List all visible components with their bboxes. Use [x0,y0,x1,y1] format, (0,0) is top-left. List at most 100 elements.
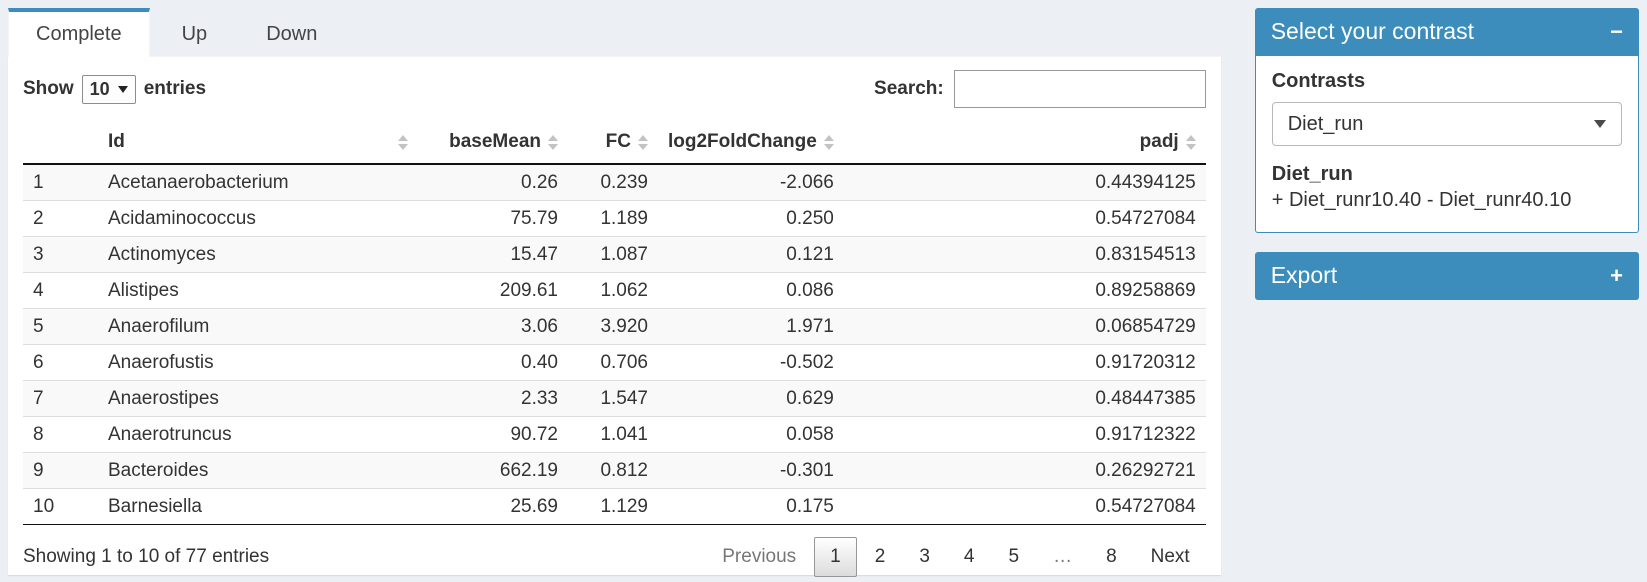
collapse-plus-icon[interactable]: + [1610,266,1623,286]
table-row: 4Alistipes209.611.0620.0860.89258869 [23,273,1206,309]
log2fc-cell: 0.250 [658,201,844,237]
export-box: Export + [1255,252,1639,300]
pagination-page-8[interactable]: 8 [1090,537,1133,577]
page-length-select[interactable]: 10 [82,75,136,104]
log2fc-cell: 0.175 [658,489,844,525]
contrast-box-title: Select your contrast [1271,18,1474,45]
padj-cell: 0.06854729 [844,309,1206,345]
fc-cell: 1.547 [568,381,658,417]
id-cell: Alistipes [98,273,418,309]
row-index-cell: 2 [23,201,98,237]
table-header-row: Id baseMean FC log2FoldChange padj [23,121,1206,164]
contrast-select-value: Diet_run [1288,113,1364,136]
table-info: Showing 1 to 10 of 77 entries [23,546,269,568]
basemean-cell: 3.06 [418,309,568,345]
pagination-page-3[interactable]: 3 [903,537,946,577]
contrast-box-body: Contrasts Diet_run Diet_run + Diet_runr1… [1255,56,1639,233]
basemean-cell: 0.26 [418,164,568,201]
pagination-page-1[interactable]: 1 [814,537,857,577]
sort-both-icon [824,135,834,150]
table-row: 2Acidaminococcus75.791.1890.2500.5472708… [23,201,1206,237]
pagination-page-5[interactable]: 5 [992,537,1035,577]
column-header-basemean[interactable]: baseMean [418,121,568,164]
id-cell: Actinomyces [98,237,418,273]
row-index-cell: 8 [23,417,98,453]
contrast-name: Diet_run [1272,163,1622,186]
basemean-cell: 662.19 [418,453,568,489]
padj-cell: 0.83154513 [844,237,1206,273]
id-cell: Anaerofustis [98,345,418,381]
column-header-log2foldchange[interactable]: log2FoldChange [658,121,844,164]
page-length-value: 10 [90,79,110,100]
fc-cell: 0.812 [568,453,658,489]
contrast-formula: + Diet_runr10.40 - Diet_runr40.10 [1272,189,1622,212]
tab-panel-complete: Show 10 entries Search: [8,57,1221,575]
tab-complete[interactable]: Complete [8,8,150,57]
row-index-cell: 3 [23,237,98,273]
table-row: 3Actinomyces15.471.0870.1210.83154513 [23,237,1206,273]
padj-cell: 0.48447385 [844,381,1206,417]
fc-cell: 1.041 [568,417,658,453]
id-cell: Anaerofilum [98,309,418,345]
basemean-cell: 75.79 [418,201,568,237]
pagination-previous[interactable]: Previous [706,537,812,577]
log2fc-cell: 0.058 [658,417,844,453]
column-header-id[interactable]: Id [98,121,418,164]
search-input[interactable] [954,70,1206,108]
basemean-cell: 0.40 [418,345,568,381]
column-header-padj[interactable]: padj [844,121,1206,164]
log2fc-cell: -2.066 [658,164,844,201]
fc-cell: 1.087 [568,237,658,273]
row-index-cell: 9 [23,453,98,489]
results-table: Id baseMean FC log2FoldChange padj [23,121,1206,525]
pagination-page-2[interactable]: 2 [859,537,902,577]
row-index-cell: 1 [23,164,98,201]
padj-cell: 0.54727084 [844,201,1206,237]
fc-cell: 0.706 [568,345,658,381]
export-box-header: Export + [1255,252,1639,300]
table-row: 10Barnesiella25.691.1290.1750.54727084 [23,489,1206,525]
row-index-cell: 7 [23,381,98,417]
sort-both-icon [548,135,558,150]
log2fc-cell: 0.629 [658,381,844,417]
id-cell: Acetanaerobacterium [98,164,418,201]
table-footer: Showing 1 to 10 of 77 entries Previous 1… [23,537,1206,577]
padj-cell: 0.91720312 [844,345,1206,381]
sort-both-icon [1186,135,1196,150]
id-cell: Anaerostipes [98,381,418,417]
padj-cell: 0.91712322 [844,417,1206,453]
table-row: 9Bacteroides662.190.812-0.3010.26292721 [23,453,1206,489]
row-index-cell: 6 [23,345,98,381]
log2fc-cell: 0.086 [658,273,844,309]
column-header-fc[interactable]: FC [568,121,658,164]
results-tabbox: Complete Up Down Show 10 entries Search: [8,8,1221,572]
fc-cell: 1.189 [568,201,658,237]
tab-up[interactable]: Up [155,8,235,56]
page-length-control: Show 10 entries [23,75,206,104]
log2fc-cell: -0.301 [658,453,844,489]
column-header-label: log2FoldChange [668,131,817,153]
basemean-cell: 2.33 [418,381,568,417]
search-control: Search: [874,70,1206,108]
collapse-minus-icon[interactable]: − [1610,22,1623,42]
pagination: Previous 12345…8Next [706,537,1205,577]
table-row: 7Anaerostipes2.331.5470.6290.48447385 [23,381,1206,417]
search-label: Search: [874,78,944,100]
pagination-next[interactable]: Next [1135,537,1206,577]
id-cell: Acidaminococcus [98,201,418,237]
column-header-label: baseMean [449,131,541,153]
column-header-label: Id [108,131,125,153]
contrast-select[interactable]: Diet_run [1272,102,1622,146]
basemean-cell: 90.72 [418,417,568,453]
basemean-cell: 15.47 [418,237,568,273]
pagination-ellipsis: … [1037,537,1088,577]
table-row: 1Acetanaerobacterium0.260.239-2.0660.443… [23,164,1206,201]
id-cell: Barnesiella [98,489,418,525]
pagination-page-4[interactable]: 4 [948,537,991,577]
select-caret-icon [118,86,128,93]
tab-down[interactable]: Down [239,8,344,56]
log2fc-cell: 1.971 [658,309,844,345]
entries-label: entries [144,78,206,100]
sort-both-icon [638,135,648,150]
row-index-cell: 10 [23,489,98,525]
